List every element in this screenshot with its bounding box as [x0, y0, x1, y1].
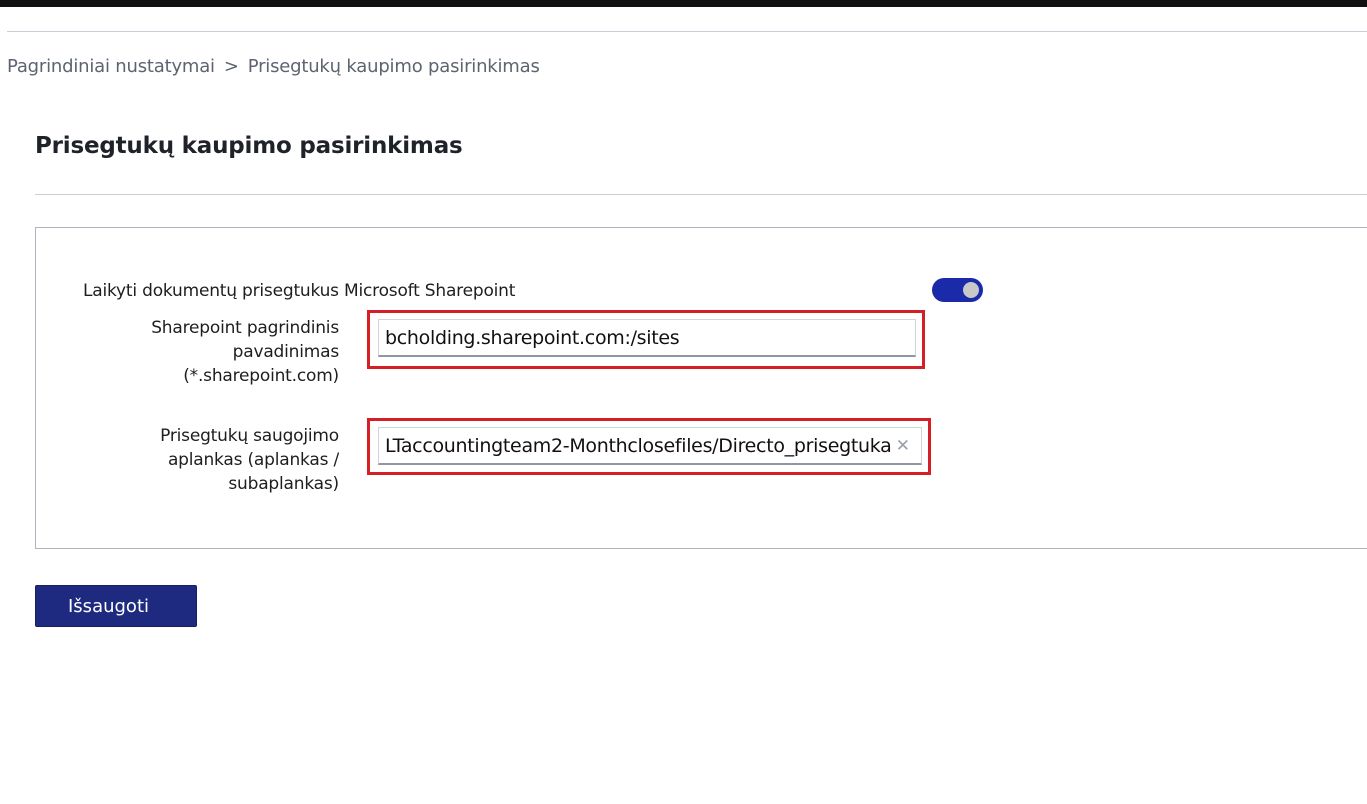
attachment-folder-label-line: subaplankas) — [228, 474, 339, 494]
sharepoint-base-label-line: (*.sharepoint.com) — [183, 366, 339, 386]
sharepoint-toggle[interactable] — [932, 278, 983, 302]
sharepoint-base-input[interactable] — [378, 319, 916, 357]
clear-x-icon[interactable]: ✕ — [896, 437, 910, 455]
toggle-switch-on-icon — [963, 282, 979, 298]
sharepoint-base-label-line: Sharepoint pagrindinis — [151, 318, 339, 338]
attachment-folder-label-line: Prisegtukų saugojimo — [160, 426, 339, 446]
breadcrumb-item-current: Prisegtukų kaupimo pasirinkimas — [247, 56, 540, 77]
sharepoint-base-label-line: pavadinimas — [232, 342, 340, 362]
attachment-folder-label: Prisegtukų saugojimo aplankas (aplankas … — [39, 424, 339, 496]
breadcrumb-separator: > — [223, 56, 239, 77]
sharepoint-base-label: Sharepoint pagrindinis pavadinimas (*.sh… — [39, 316, 339, 388]
settings-panel — [35, 227, 1367, 549]
attachment-folder-input[interactable] — [378, 427, 922, 465]
sharepoint-base-highlight — [367, 310, 925, 369]
page-title: Prisegtukų kaupimo pasirinkimas — [35, 133, 463, 159]
attachment-folder-highlight: ✕ — [367, 418, 931, 475]
header-divider — [7, 31, 1367, 32]
breadcrumb: Pagrindiniai nustatymai > Prisegtukų kaupi… — [7, 56, 540, 77]
breadcrumb-item-basic-settings[interactable]: Pagrindiniai nustatymai — [7, 56, 215, 77]
attachment-folder-label-line: aplankas (aplankas / — [167, 450, 339, 470]
save-button[interactable]: Išsaugoti — [35, 585, 197, 627]
window-top-strip — [0, 0, 1367, 7]
sharepoint-toggle-label: Laikyti dokumentų prisegtukus Microsoft … — [83, 281, 516, 301]
title-divider — [35, 194, 1367, 195]
